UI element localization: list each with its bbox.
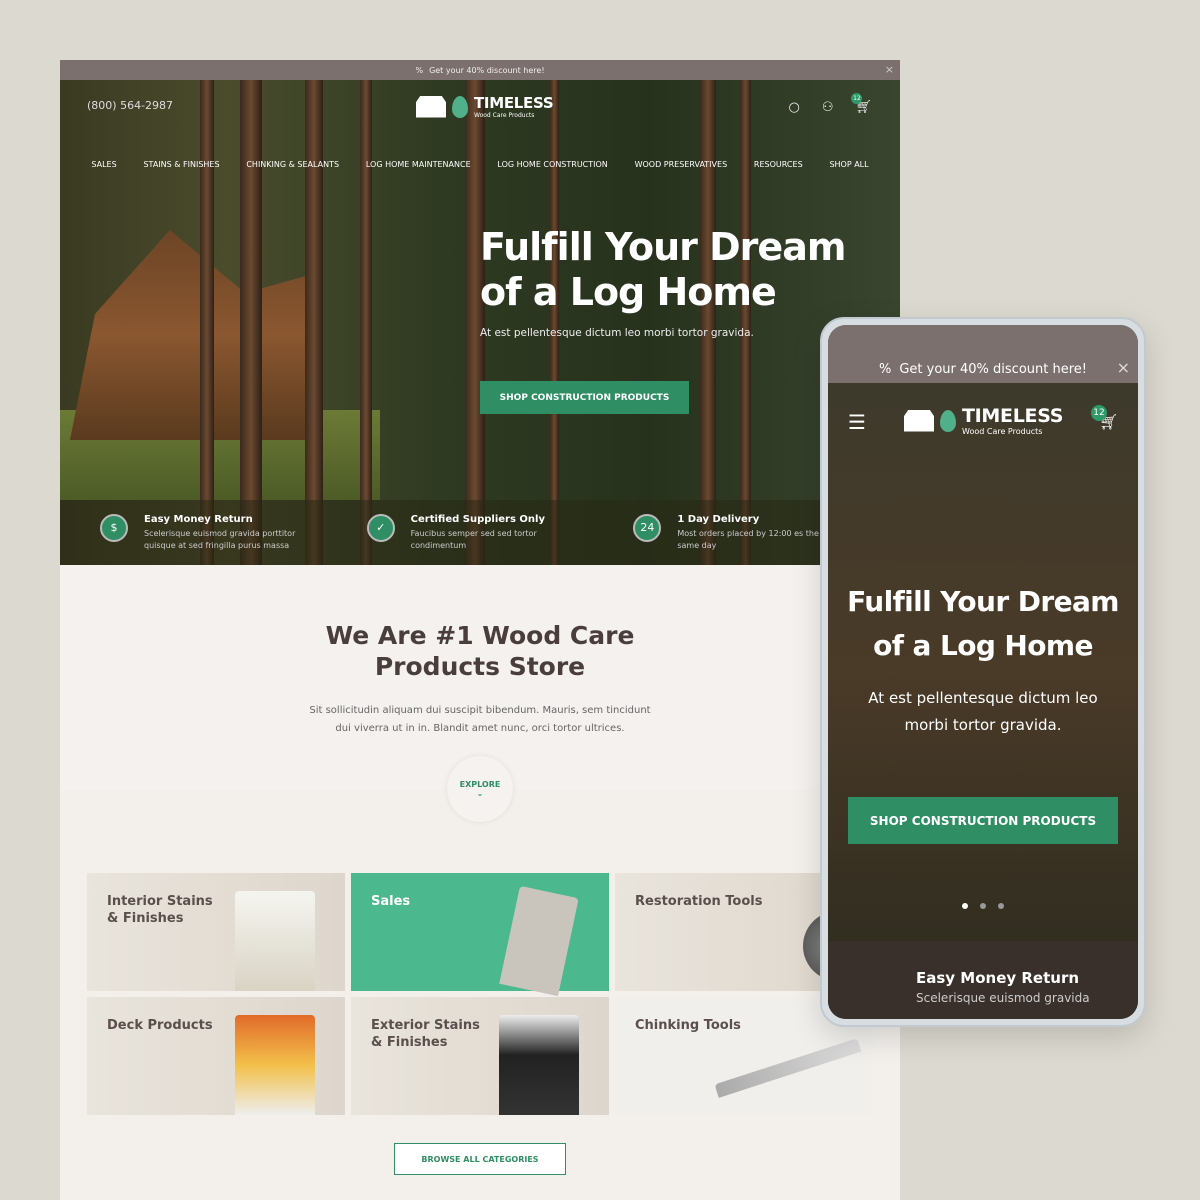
logo-subtitle: Wood Care Products: [962, 427, 1043, 436]
log-house-icon: [416, 95, 446, 118]
nav-shop-all[interactable]: SHOP ALL: [829, 160, 868, 169]
about-title: We Are #1 Wood Care Products Store: [325, 621, 635, 681]
tree: [740, 80, 751, 565]
mobile-hero-subtitle: At est pellentesque dictum leo morbi tor…: [868, 689, 1098, 734]
logo-title: TIMELESS: [962, 405, 1064, 427]
tree: [700, 80, 716, 565]
feature-text: Scelerisque euismod gravida porttitor qu…: [144, 529, 296, 550]
drop-icon: [452, 95, 468, 118]
nav-sales[interactable]: SALES: [91, 160, 116, 169]
mobile-screen: % Get your 40% discount here! × ☰ TIMELESS…: [828, 325, 1138, 1019]
promo-bar[interactable]: % Get your 40% discount here! ×: [60, 60, 900, 80]
tree: [360, 80, 372, 565]
log-house-icon: [904, 409, 934, 432]
carousel-dot[interactable]: [962, 903, 968, 909]
caulk-gun-image: [714, 1038, 862, 1098]
certified-badge-icon: ✓: [366, 514, 395, 542]
percent-icon: %: [415, 65, 424, 75]
feature-text: Scelerisque euismod gravida: [916, 991, 1090, 1005]
mobile-promo-bar[interactable]: % Get your 40% discount here! ×: [828, 325, 1138, 383]
logo-title: TIMELESS: [474, 94, 554, 112]
tag-image: [499, 885, 579, 997]
promo-text[interactable]: Get your 40% discount here!: [429, 66, 544, 75]
feature-text: Most orders placed by 12:00 es the same …: [677, 529, 819, 550]
paint-can-image: [235, 1015, 315, 1115]
nav-chinking[interactable]: CHINKING & SEALANTS: [246, 160, 339, 169]
tree: [550, 80, 559, 565]
tree: [465, 80, 485, 565]
tree: [305, 80, 323, 565]
drop-icon: [940, 409, 956, 432]
nav-preservatives[interactable]: WOOD PRESERVATIVES: [635, 160, 728, 169]
chevron-down-icon: ⌄: [476, 789, 484, 798]
carousel-dot[interactable]: [998, 903, 1004, 909]
hero-title: Fulfill Your Dream of a Log Home: [480, 225, 846, 314]
close-icon[interactable]: ×: [885, 63, 894, 76]
feature-item: ✓ Certified Suppliers Only Faucibus semper…: [366, 514, 634, 565]
hero: (800) 564-2987 TIMELESS Wood Care Product…: [60, 80, 900, 565]
hamburger-menu-icon[interactable]: ☰: [848, 410, 866, 434]
category-exterior-stains[interactable]: Exterior Stains & Finishes: [351, 997, 609, 1115]
carousel-dot[interactable]: [980, 903, 986, 909]
feature-title: Certified Suppliers Only: [410, 514, 545, 525]
features-strip: $ Easy Money Return Scelerisque euismod gr…: [60, 500, 900, 565]
carousel-dots[interactable]: [828, 903, 1138, 909]
delivery-truck-icon: 24: [633, 514, 662, 542]
hero-subtitle: At est pellentesque dictum leo morbi tor…: [480, 327, 754, 339]
cart-badge: 12: [851, 93, 863, 104]
money-return-icon: $: [100, 514, 128, 542]
nav-construction[interactable]: LOG HOME CONSTRUCTION: [497, 160, 607, 169]
about-text: Sit sollicitudin aliquam dui suscipit bi…: [309, 705, 651, 734]
phone-number[interactable]: (800) 564-2987: [87, 99, 173, 112]
mobile-logo[interactable]: TIMELESS Wood Care Products: [904, 405, 1063, 436]
nav-maintenance[interactable]: LOG HOME MAINTENANCE: [366, 160, 471, 169]
logo-subtitle: Wood Care Products: [474, 112, 535, 119]
mobile-feature: Easy Money Return Scelerisque euismod gra…: [828, 941, 1138, 1019]
feature-item: $ Easy Money Return Scelerisque euismod gr…: [100, 514, 367, 565]
percent-icon: %: [878, 362, 892, 377]
mobile-hero-title: Fulfill Your Dream of a Log Home: [847, 585, 1119, 662]
cart-badge: 12: [1090, 405, 1107, 421]
stain-bucket-image: [499, 1015, 579, 1115]
log-house-image: [70, 230, 320, 440]
category-deck-products[interactable]: Deck Products: [87, 997, 345, 1115]
explore-button[interactable]: EXPLORE ⌄: [447, 756, 513, 822]
category-grid: Interior Stains & Finishes Sales Restora…: [87, 873, 873, 1115]
cart-icon[interactable]: 🛒︎ 12: [1090, 405, 1118, 431]
cart-icon[interactable]: 🛒︎ 12: [851, 93, 872, 115]
main-nav: SALES STAINS & FINISHES CHINKING & SEALA…: [60, 160, 900, 169]
paint-bucket-image: [235, 891, 315, 991]
feature-title: 1 Day Delivery: [677, 514, 760, 525]
search-icon[interactable]: ○: [788, 100, 799, 115]
feature-text: Faucibus semper sed sed tortor condiment…: [410, 529, 537, 550]
shop-construction-button[interactable]: SHOP CONSTRUCTION PRODUCTS: [480, 381, 689, 414]
mobile-shop-construction-button[interactable]: SHOP CONSTRUCTION PRODUCTS: [848, 797, 1118, 844]
feature-title: Easy Money Return: [144, 514, 253, 525]
desktop-page: % Get your 40% discount here! × (800) 56…: [60, 60, 900, 1200]
nav-resources[interactable]: RESOURCES: [754, 160, 803, 169]
user-icon[interactable]: ⚇: [822, 100, 834, 115]
mobile-promo-text[interactable]: Get your 40% discount here!: [899, 362, 1087, 377]
browse-all-button[interactable]: BROWSE ALL CATEGORIES: [394, 1143, 566, 1175]
close-icon[interactable]: ×: [1117, 358, 1130, 377]
mobile-phone-mockup: % Get your 40% discount here! × ☰ TIMELESS…: [820, 317, 1146, 1027]
category-sales[interactable]: Sales: [351, 873, 609, 997]
nav-stains[interactable]: STAINS & FINISHES: [143, 160, 219, 169]
tree: [240, 80, 262, 565]
tree: [200, 80, 214, 565]
category-interior-stains[interactable]: Interior Stains & Finishes: [87, 873, 345, 991]
logo[interactable]: TIMELESS Wood Care Products: [416, 94, 554, 119]
feature-title: Easy Money Return: [916, 969, 1080, 987]
